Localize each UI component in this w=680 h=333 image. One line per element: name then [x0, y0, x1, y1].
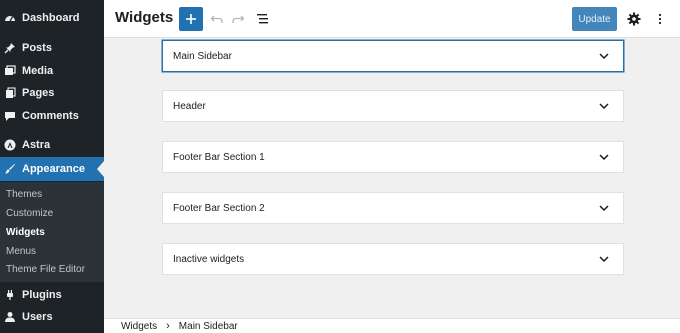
sidebar-item-appearance[interactable]: Appearance — [0, 157, 104, 181]
sidebar-item-plugins[interactable]: Plugins — [0, 284, 104, 306]
widget-area-title: Header — [173, 100, 206, 112]
appearance-submenu: Themes Customize Widgets Menus Theme Fil… — [0, 182, 104, 282]
comments-icon — [4, 110, 16, 122]
sidebar-item-media[interactable]: Media — [0, 60, 104, 82]
undo-button[interactable] — [208, 10, 226, 28]
chevron-down-icon[interactable] — [597, 252, 611, 266]
pin-icon — [4, 42, 16, 54]
admin-sidebar: Dashboard Posts Media Pages Comments Ast… — [0, 0, 104, 333]
widget-area-title: Main Sidebar — [173, 50, 232, 62]
submenu-item-theme-file-editor[interactable]: Theme File Editor — [6, 264, 85, 275]
page-title: Widgets — [115, 9, 174, 26]
list-view-button[interactable] — [254, 10, 272, 28]
sidebar-item-pages[interactable]: Pages — [0, 82, 104, 104]
sidebar-item-label: Media — [22, 65, 54, 77]
widget-area-header[interactable]: Header — [162, 90, 624, 122]
brush-icon — [4, 163, 16, 175]
chevron-down-icon[interactable] — [597, 150, 611, 164]
widget-area-footer-bar-section-2[interactable]: Footer Bar Section 2 — [162, 192, 624, 224]
submenu-item-themes[interactable]: Themes — [6, 189, 42, 200]
update-button[interactable]: Update — [572, 7, 617, 31]
undo-icon — [210, 15, 223, 23]
sidebar-item-label: Pages — [22, 87, 55, 99]
media-icon — [4, 65, 16, 77]
sidebar-item-label: Plugins — [22, 289, 62, 301]
breadcrumb-item-main-sidebar[interactable]: Main Sidebar — [179, 321, 238, 332]
list-view-icon — [257, 14, 268, 24]
plus-icon — [186, 14, 196, 24]
chevron-down-icon[interactable] — [597, 201, 611, 215]
submenu-item-customize[interactable]: Customize — [6, 208, 53, 219]
widget-area-main-sidebar[interactable]: Main Sidebar — [162, 40, 624, 72]
sidebar-item-posts[interactable]: Posts — [0, 37, 104, 59]
dashboard-icon — [4, 12, 16, 24]
widget-area-title: Inactive widgets — [173, 253, 245, 265]
redo-button[interactable] — [229, 10, 247, 28]
sidebar-item-label: Users — [22, 311, 53, 323]
sidebar-item-label: Appearance — [22, 163, 85, 175]
plugin-icon — [4, 289, 16, 301]
widget-area-title: Footer Bar Section 1 — [173, 151, 265, 163]
pages-icon — [4, 87, 16, 99]
breadcrumb-item-widgets[interactable]: Widgets — [121, 321, 157, 332]
chevron-down-icon[interactable] — [597, 99, 611, 113]
sidebar-item-label: Dashboard — [22, 12, 80, 24]
current-menu-arrow — [97, 161, 104, 177]
users-icon — [4, 311, 16, 323]
settings-button[interactable] — [625, 10, 643, 28]
submenu-item-widgets[interactable]: Widgets — [6, 227, 45, 238]
astra-icon — [4, 139, 16, 151]
redo-icon — [232, 15, 245, 23]
sidebar-item-comments[interactable]: Comments — [0, 105, 104, 127]
widget-area-title: Footer Bar Section 2 — [173, 202, 265, 214]
sidebar-item-label: Comments — [22, 110, 79, 122]
sidebar-item-label: Astra — [22, 139, 51, 151]
sidebar-item-users[interactable]: Users — [0, 306, 104, 328]
sidebar-item-label: Posts — [22, 42, 52, 54]
options-button[interactable] — [651, 10, 669, 28]
widget-area-footer-bar-section-1[interactable]: Footer Bar Section 1 — [162, 141, 624, 173]
sidebar-item-astra[interactable]: Astra — [0, 134, 104, 156]
editor-header: Widgets Update — [104, 0, 680, 38]
widget-area-inactive-widgets[interactable]: Inactive widgets — [162, 243, 624, 275]
more-vertical-icon — [658, 13, 662, 25]
chevron-down-icon[interactable] — [597, 49, 611, 63]
breadcrumb: Widgets › Main Sidebar — [104, 318, 680, 333]
breadcrumb-separator: › — [166, 320, 170, 332]
sidebar-item-dashboard[interactable]: Dashboard — [0, 7, 104, 29]
submenu-item-menus[interactable]: Menus — [6, 246, 36, 257]
gear-icon — [627, 12, 641, 26]
add-block-button[interactable] — [179, 7, 203, 31]
